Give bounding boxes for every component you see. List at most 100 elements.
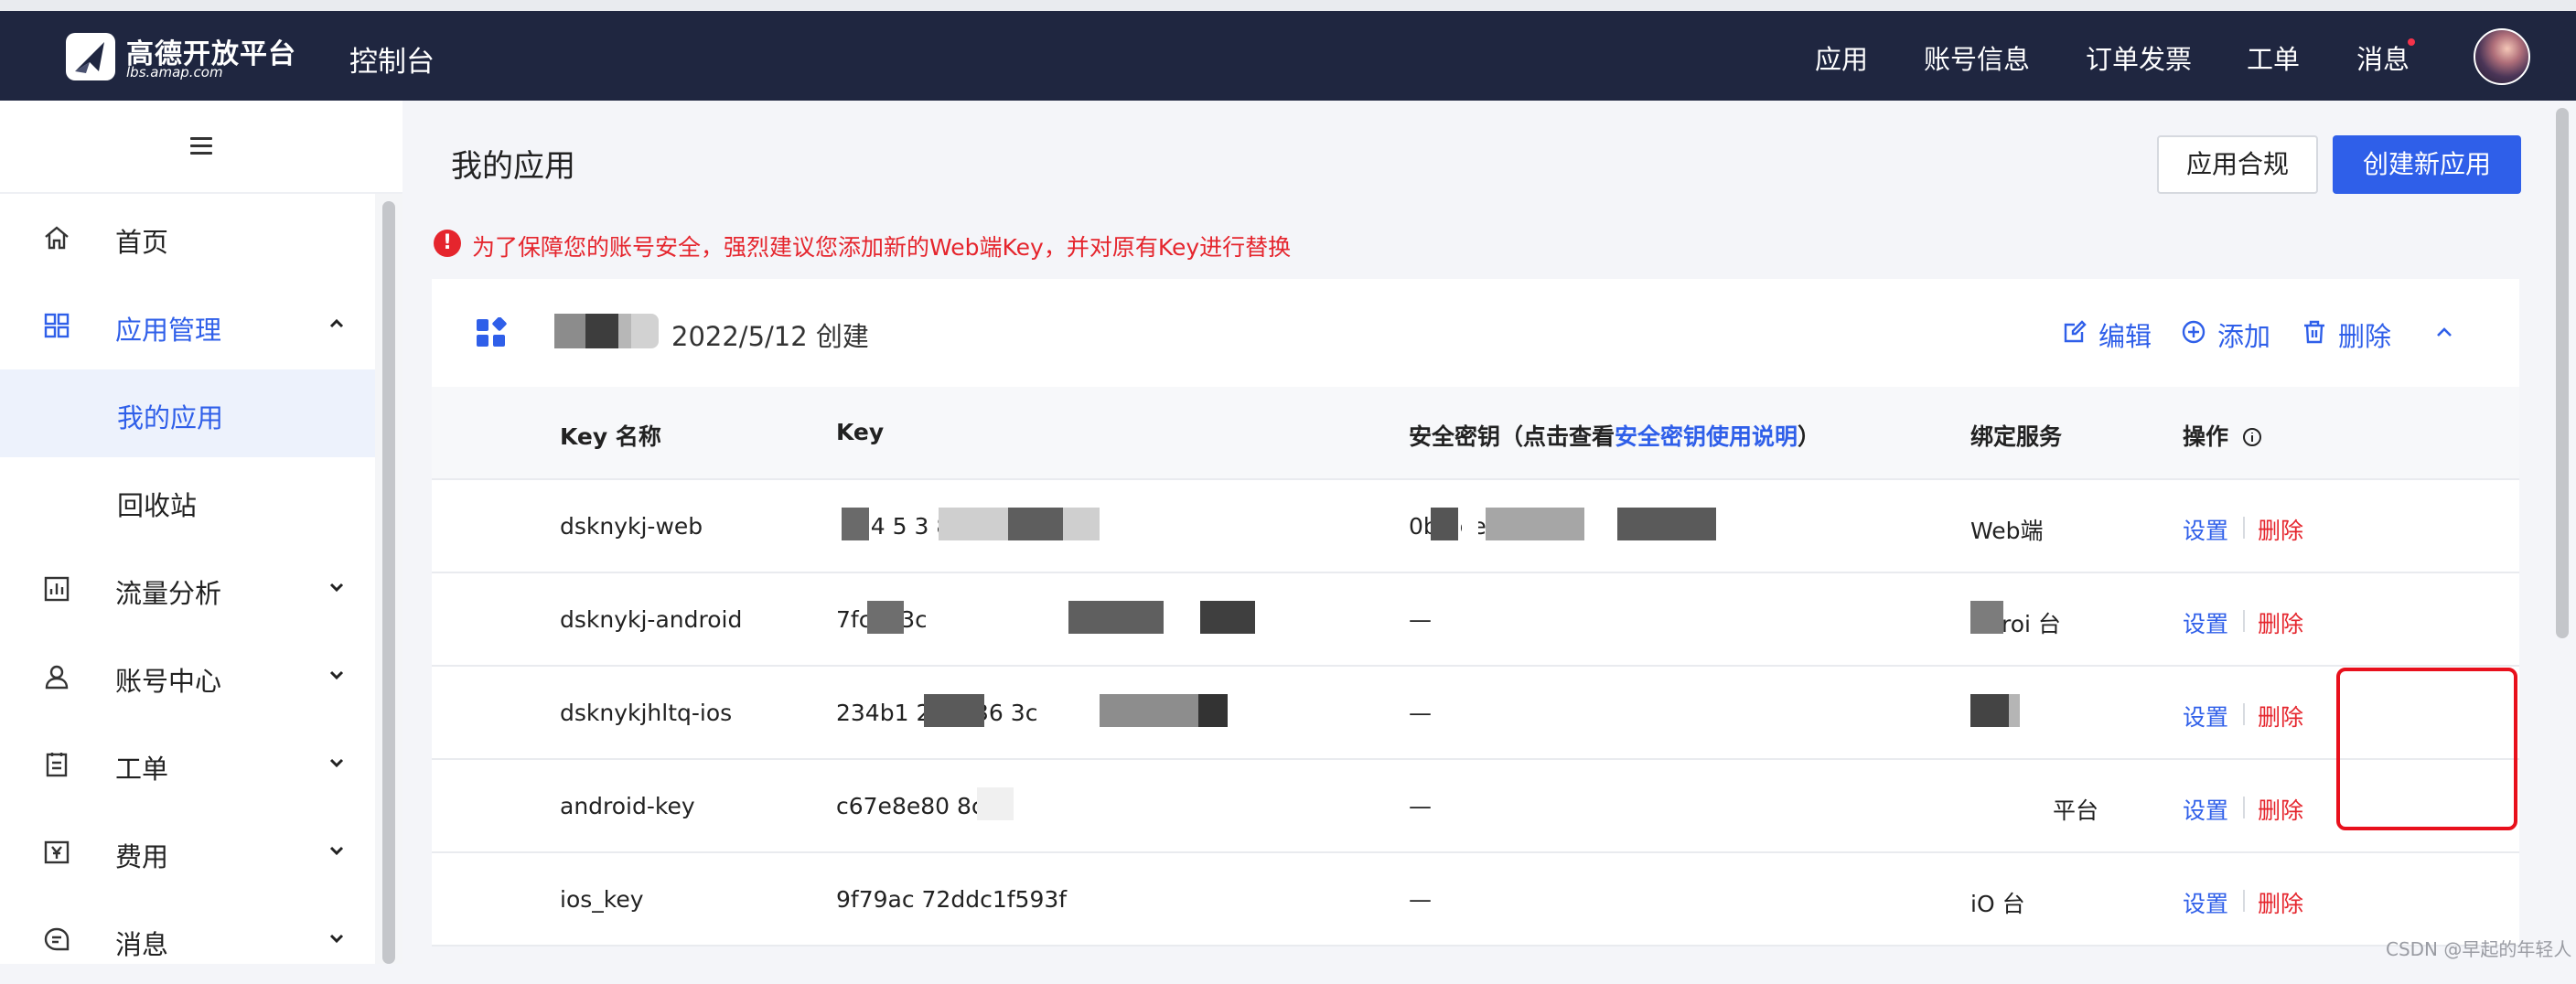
- info-icon[interactable]: [2242, 427, 2262, 447]
- sidebar-item-label: 应用管理: [115, 315, 222, 346]
- row-settings-link[interactable]: 设置: [2183, 513, 2228, 546]
- redaction: [1970, 694, 2009, 727]
- sidebar-subitem-label: 回收站: [117, 490, 198, 521]
- divider: [2243, 610, 2245, 632]
- redaction: [926, 601, 981, 634]
- service-value: 平台: [2053, 797, 2099, 824]
- row-settings-link[interactable]: 设置: [2183, 700, 2228, 733]
- nav-messages[interactable]: 消息: [2356, 38, 2410, 77]
- create-app-button[interactable]: 创建新应用: [2333, 135, 2521, 194]
- watermark: CSDN @早起的年轻人: [2386, 938, 2572, 960]
- redaction: [1008, 508, 1063, 540]
- sidebar-item-fees[interactable]: 费用: [0, 808, 375, 896]
- table-row: dsknykj-web 274 5 3 8b5e 2e 0b 2ceeb121 …: [432, 480, 2519, 573]
- service-value: iO 台: [1970, 891, 2025, 917]
- collapse-chevron-icon[interactable]: [2431, 319, 2457, 345]
- redaction: [1240, 508, 1277, 540]
- user-avatar[interactable]: [2474, 28, 2530, 85]
- chevron-down-icon: [329, 583, 344, 593]
- row-settings-link[interactable]: 设置: [2183, 886, 2228, 919]
- row-settings-link[interactable]: 设置: [2183, 793, 2228, 826]
- message-unread-dot: [2408, 38, 2415, 46]
- sidebar-item-account-center[interactable]: 账号中心: [0, 633, 375, 721]
- alert-icon: !: [434, 230, 461, 257]
- app-compliance-button[interactable]: 应用合规: [2157, 135, 2318, 194]
- sidebar-item-app-management[interactable]: 应用管理: [0, 282, 375, 369]
- service-value: Web端: [1970, 518, 2044, 544]
- sidebar-item-tickets[interactable]: 工单: [0, 721, 375, 808]
- sidebar-subitem-label: 我的应用: [117, 402, 224, 433]
- secret-value: —: [1409, 886, 1432, 913]
- sidebar-subitem-my-apps[interactable]: 我的应用: [0, 369, 375, 457]
- nav-orders-invoices[interactable]: 订单发票: [2086, 38, 2192, 77]
- app-created-date: 2022/5/12 创建: [671, 321, 869, 352]
- row-delete-link[interactable]: 删除: [2258, 886, 2303, 919]
- nav-apps[interactable]: 应用: [1815, 38, 1868, 77]
- sidebar-item-label: 首页: [115, 227, 169, 258]
- table-row: dsknykj-android 7fc 7 3c9 de — roi 台 设置 …: [432, 573, 2519, 667]
- table-row: ios_key 9f79ac 72ddc1f593f — iO 台 设置 删除: [432, 853, 2519, 947]
- yen-icon: [44, 840, 70, 864]
- redaction: [1617, 508, 1716, 540]
- redaction: [1200, 601, 1255, 634]
- secret-value: —: [1409, 700, 1432, 726]
- app-card-header: 2022/5/12 创建 编辑 添加 删除: [432, 279, 2519, 387]
- top-header: 高德开放平台 lbs.amap.com 控制台 应用 账号信息 订单发票 工单 …: [0, 11, 2576, 101]
- brand-logo[interactable]: 高德开放平台 lbs.amap.com: [62, 27, 300, 86]
- sidebar-item-home[interactable]: 首页: [0, 194, 375, 282]
- redaction: [1104, 508, 1150, 540]
- redaction: [1198, 694, 1228, 727]
- nav-account-info[interactable]: 账号信息: [1924, 38, 2030, 77]
- redaction: [1431, 508, 1458, 540]
- sidebar-item-label: 工单: [115, 754, 169, 785]
- row-delete-link[interactable]: 删除: [2258, 513, 2303, 546]
- col-key-name: Key 名称: [560, 423, 661, 450]
- trash-icon: [2304, 320, 2324, 344]
- key-name: dsknykjhltq-ios: [560, 700, 733, 726]
- divider: [2243, 703, 2245, 725]
- secret-help-link[interactable]: 安全密钥使用说明: [1615, 423, 1798, 450]
- secret-value: —: [1409, 606, 1432, 633]
- menu-toggle[interactable]: [0, 101, 402, 194]
- sidebar-scrollbar[interactable]: [382, 201, 395, 964]
- amap-logo-icon: [66, 33, 115, 80]
- key-name: android-key: [560, 793, 695, 819]
- chevron-down-icon: [329, 758, 344, 768]
- key-value: c67e8e80 8c: [836, 793, 984, 819]
- redaction: [2009, 694, 2020, 727]
- sidebar-item-traffic-analysis[interactable]: 流量分析: [0, 545, 375, 633]
- sidebar-item-label: 账号中心: [115, 666, 222, 697]
- app-card: 2022/5/12 创建 编辑 添加 删除 Key 名称 Key 安全密钥（点击…: [432, 279, 2519, 947]
- grid-icon: [44, 313, 70, 338]
- window-top-strip: [0, 0, 2576, 11]
- redaction: [977, 787, 1014, 820]
- redaction: [1486, 508, 1584, 540]
- row-delete-link[interactable]: 删除: [2258, 793, 2303, 826]
- row-settings-link[interactable]: 设置: [2183, 606, 2228, 639]
- app-grid-icon: [477, 317, 507, 347]
- key-name: dsknykj-web: [560, 513, 703, 540]
- main-scrollbar[interactable]: [2556, 108, 2569, 638]
- nav-tickets[interactable]: 工单: [2247, 38, 2300, 77]
- key-value: 9f79ac 72ddc1f593f: [836, 886, 1068, 913]
- service-value: roi 台: [2002, 611, 2061, 637]
- col-operations: 操作: [2183, 419, 2262, 452]
- chevron-down-icon: [329, 846, 344, 856]
- ticket-icon: [46, 753, 68, 777]
- service-column-highlight: [2336, 668, 2517, 830]
- sidebar-item-messages[interactable]: 消息: [0, 896, 375, 984]
- row-delete-link[interactable]: 删除: [2258, 606, 2303, 639]
- key-name: dsknykj-android: [560, 606, 743, 633]
- sidebar-item-label: 费用: [115, 841, 169, 872]
- divider: [2243, 797, 2245, 818]
- console-title: 控制台: [349, 46, 435, 79]
- sidebar-subitem-recycle-bin[interactable]: 回收站: [0, 457, 375, 545]
- chevron-down-icon: [329, 934, 344, 944]
- row-delete-link[interactable]: 删除: [2258, 700, 2303, 733]
- col-key: Key: [836, 419, 885, 445]
- key-name: ios_key: [560, 886, 644, 913]
- hamburger-icon: [190, 137, 212, 155]
- sidebar: 首页 应用管理 我的应用 回收站 流量分析 账号中心 工单 费用 消息: [0, 101, 402, 964]
- redaction: [1068, 601, 1164, 634]
- redaction: [1970, 601, 2003, 634]
